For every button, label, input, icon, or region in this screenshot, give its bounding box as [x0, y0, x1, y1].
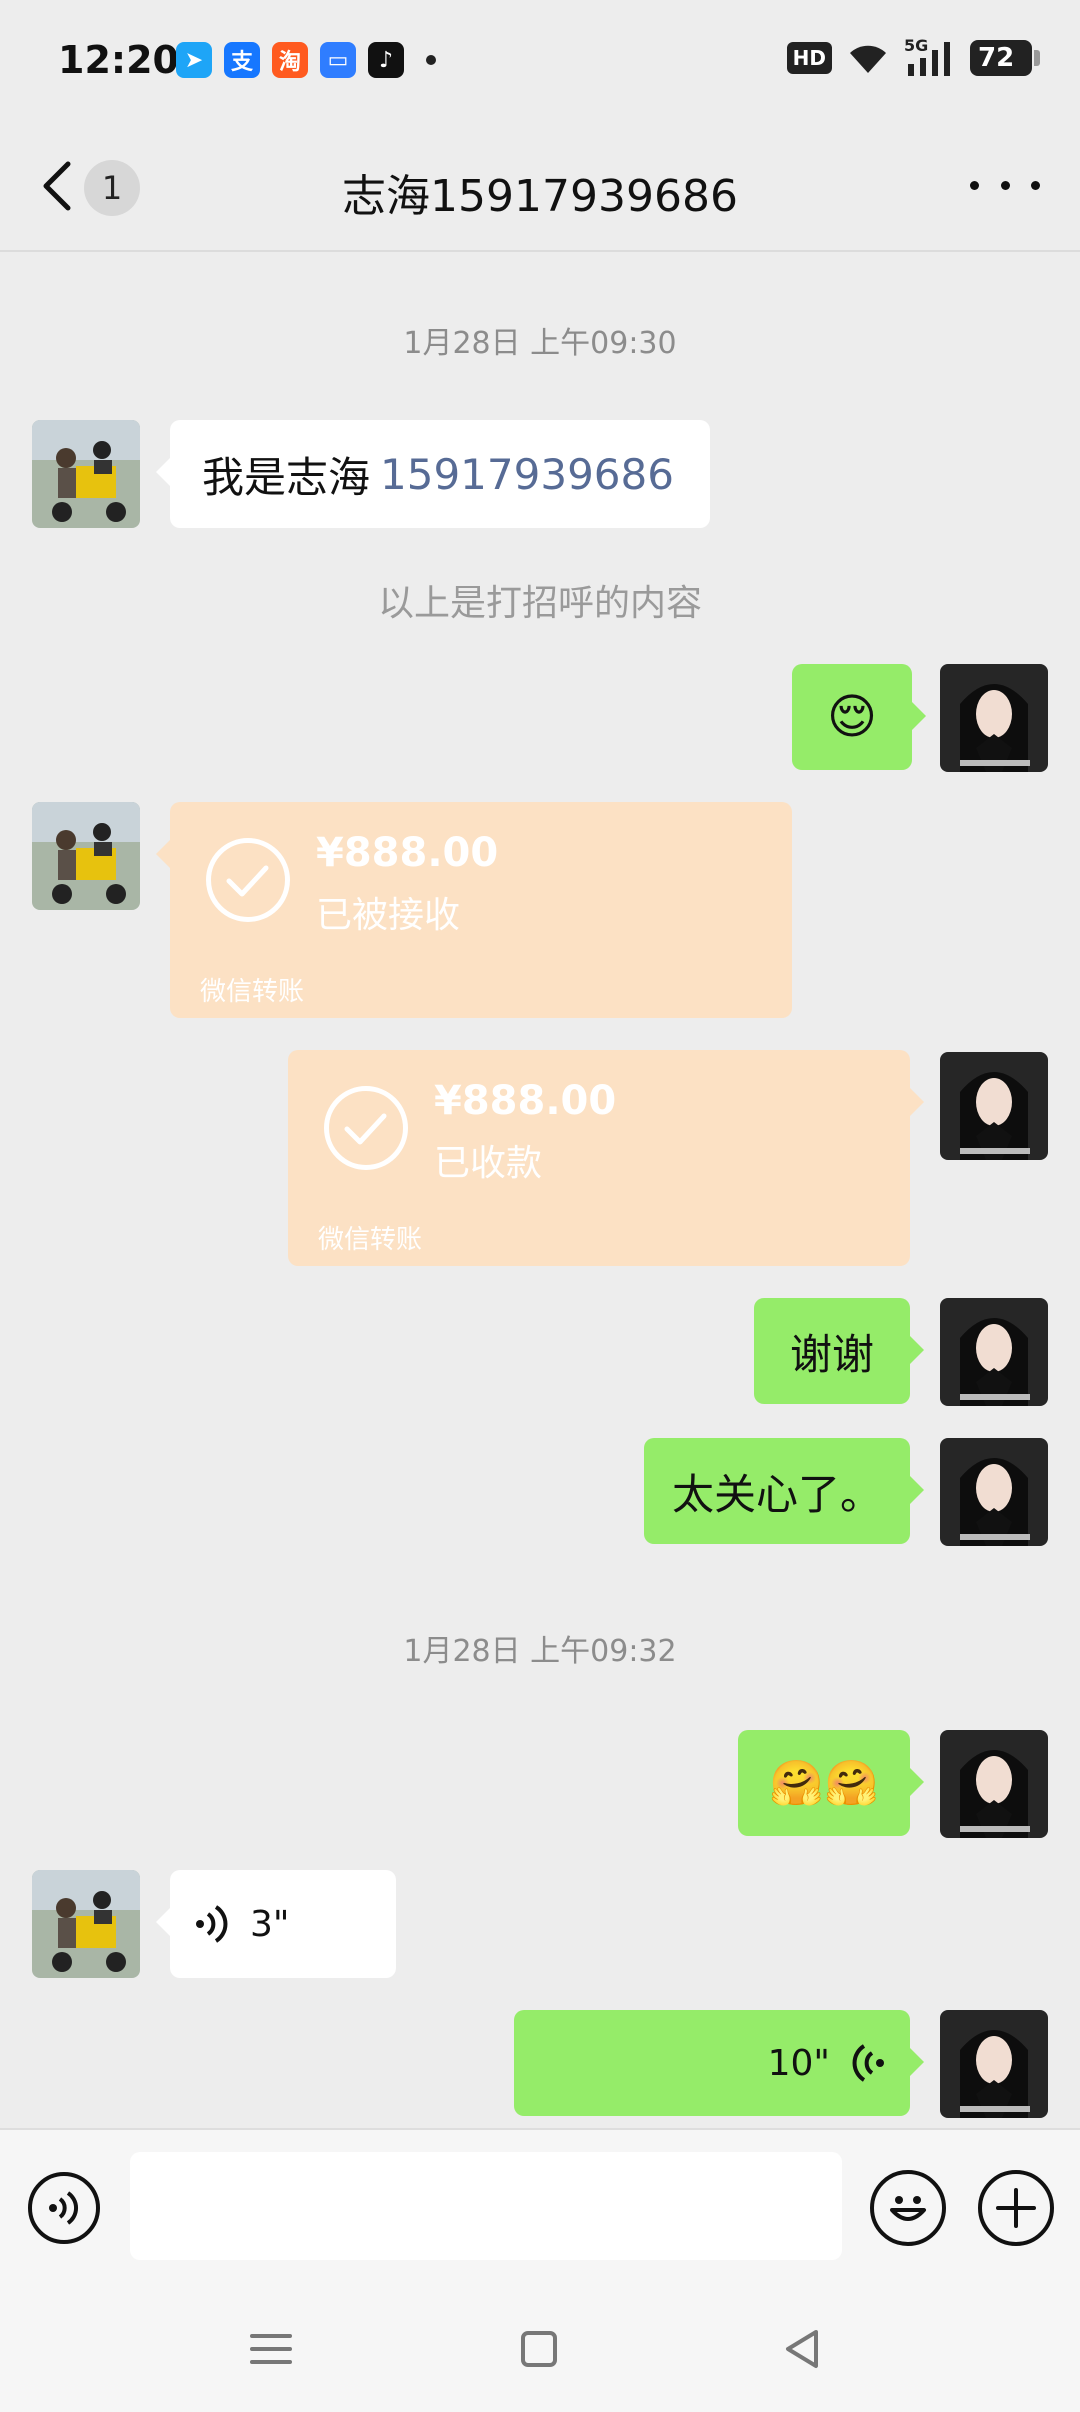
system-icons: HD 5G 72: [786, 36, 1040, 76]
phone-number-link[interactable]: 15917939686: [380, 450, 674, 499]
voice-wave-icon: [196, 1905, 228, 1943]
self-avatar[interactable]: [940, 2010, 1048, 2118]
files-icon: ▭: [320, 42, 356, 78]
chat-header: 1 志海15917939686: [0, 120, 1080, 252]
self-avatar[interactable]: [940, 1052, 1048, 1160]
voice-message-incoming[interactable]: 3": [156, 1870, 396, 1978]
status-bar: 12:20 ➤ 支淘 ▭ ♪ HD 5G 72: [0, 0, 1080, 120]
battery-icon: 72: [970, 40, 1040, 76]
transfer-card-received[interactable]: ¥888.00 已被接收 微信转账: [156, 802, 792, 1018]
feishu-icon: ➤: [176, 42, 212, 78]
tiktok-icon: ♪: [368, 42, 404, 78]
transfer-status: 已收款: [434, 1143, 543, 1184]
voice-duration: 10": [767, 2042, 830, 2084]
message-bubble-outgoing[interactable]: 太关心了。: [644, 1438, 924, 1544]
signal-icon: 5G: [904, 36, 956, 76]
message-bubble-outgoing[interactable]: 🤗🤗: [738, 1730, 924, 1836]
transfer-brand: 微信转账: [318, 1225, 423, 1255]
self-avatar[interactable]: [940, 1730, 1048, 1838]
plus-icon: [996, 2188, 1036, 2228]
emoji-relieved: 😌: [826, 689, 878, 745]
chat-title: 志海15917939686: [342, 171, 738, 222]
message-bubble-outgoing[interactable]: 谢谢: [754, 1298, 924, 1404]
message-text: 太关心了。: [671, 1469, 882, 1519]
wifi-icon: [850, 45, 886, 73]
self-avatar[interactable]: [940, 664, 1048, 772]
more-options-icon[interactable]: [970, 170, 1040, 200]
message-input[interactable]: [130, 2152, 842, 2260]
voice-wave-icon: [49, 2191, 78, 2225]
menu-icon[interactable]: [246, 2324, 296, 2374]
voice-wave-icon: [852, 2044, 884, 2082]
message-input-bar: [0, 2128, 1080, 2284]
voice-message-outgoing[interactable]: 10": [514, 2010, 924, 2116]
more-notifications-dot: [426, 55, 436, 65]
message-bubble-outgoing[interactable]: 😌: [792, 664, 926, 770]
more-functions-button[interactable]: [978, 2170, 1054, 2246]
smiley-icon: [890, 2196, 926, 2221]
timestamp: 1月28日 上午09:32: [403, 1634, 677, 1669]
message-bubble-incoming[interactable]: 我是志海 15917939686: [156, 420, 710, 528]
home-icon[interactable]: [514, 2324, 564, 2374]
transfer-brand: 微信转账: [200, 977, 305, 1007]
contact-avatar[interactable]: [32, 1870, 140, 1978]
notification-app-icons: ➤ 支淘 ▭ ♪: [176, 42, 436, 78]
voice-duration: 3": [250, 1903, 290, 1945]
transfer-amount: ¥888.00: [434, 1078, 617, 1124]
voice-input-button[interactable]: [28, 2172, 100, 2244]
alipay-icon: 支: [224, 42, 260, 78]
hd-badge: HD: [786, 42, 832, 74]
emoji-button[interactable]: [870, 2170, 946, 2246]
system-note: 以上是打招呼的内容: [377, 583, 702, 624]
taobao-icon: 淘: [272, 42, 308, 78]
transfer-status: 已被接收: [316, 895, 461, 936]
status-time: 12:20: [58, 38, 179, 82]
self-avatar[interactable]: [940, 1298, 1048, 1406]
back-nav-icon[interactable]: [778, 2324, 828, 2374]
contact-avatar[interactable]: [32, 420, 140, 528]
network-type-label: 5G: [904, 36, 929, 55]
contact-avatar[interactable]: [32, 802, 140, 910]
message-text: 谢谢: [789, 1329, 874, 1379]
transfer-card-sent[interactable]: ¥888.00 已收款 微信转账: [288, 1050, 924, 1266]
checkmark-icon: [206, 838, 290, 922]
checkmark-icon: [324, 1086, 408, 1170]
message-text: 我是志海: [202, 452, 371, 502]
timestamp: 1月28日 上午09:30: [403, 326, 677, 361]
self-avatar[interactable]: [940, 1438, 1048, 1546]
system-navigation-bar: [0, 2284, 1080, 2412]
transfer-amount: ¥888.00: [316, 830, 499, 876]
emoji-hug: 🤗🤗: [769, 1758, 879, 1809]
